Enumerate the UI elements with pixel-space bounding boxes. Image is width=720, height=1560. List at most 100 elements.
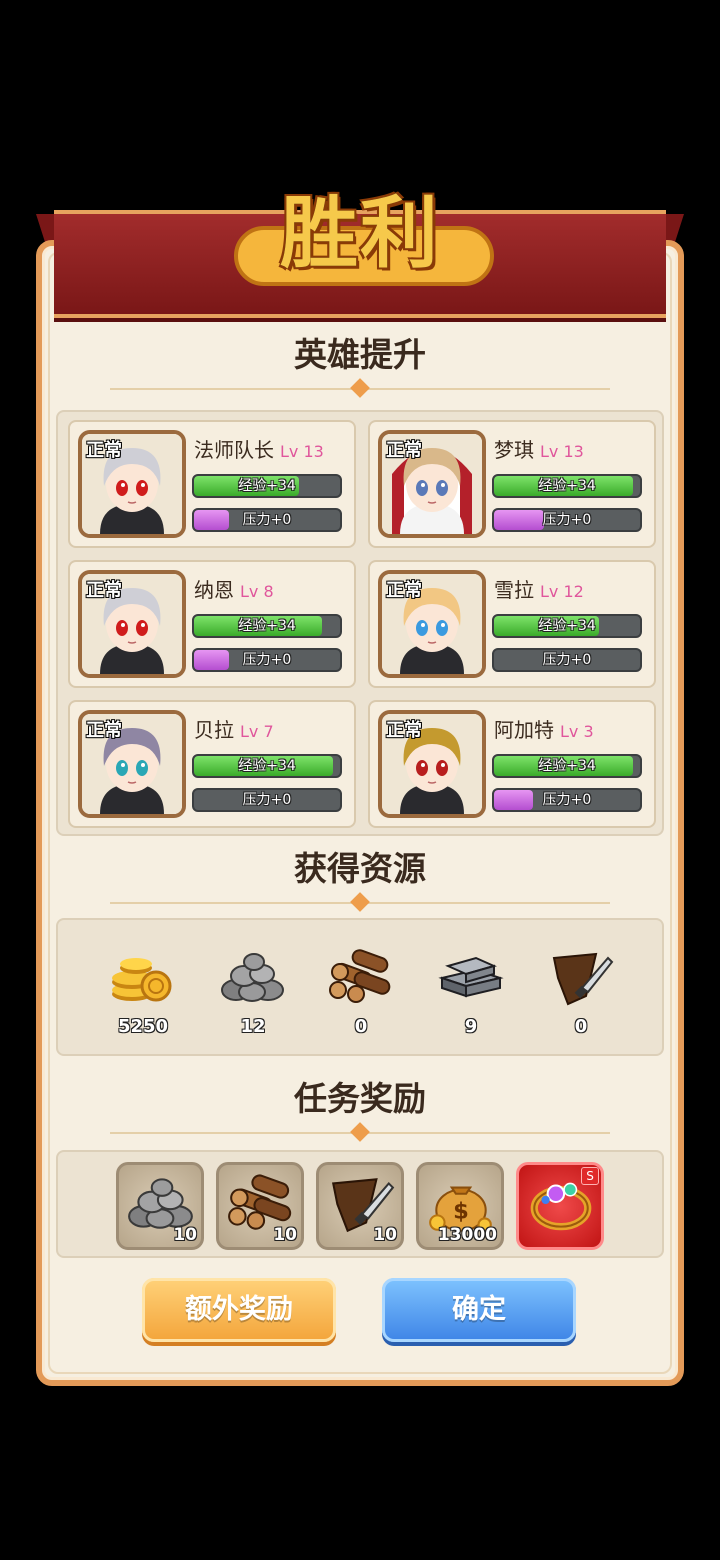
hero-level: Lv 12 (540, 582, 584, 601)
hero-card[interactable]: 正常 雪拉 Lv 12 经验+34 压力+0 (368, 560, 656, 688)
reward-quantity: 13000 (437, 1225, 497, 1245)
resource-value: 9 (464, 1016, 478, 1037)
exp-bar: 经验+34 (492, 614, 642, 638)
hero-name-row: 雪拉 Lv 12 (494, 574, 584, 603)
exp-bar-text: 经验+34 (538, 618, 596, 634)
hero-name-row: 法师队长 Lv 13 (194, 434, 324, 463)
task-reward-list: 10 10 10 $13000 S (56, 1150, 664, 1258)
hero-level: Lv 13 (540, 442, 584, 461)
exp-bar-text: 经验+34 (238, 618, 296, 634)
hero-portrait: 正常 (78, 710, 186, 818)
wood-logs-icon (326, 948, 396, 1006)
resource-value: 5250 (117, 1016, 169, 1037)
exp-bar: 经验+34 (492, 754, 642, 778)
hero-list: 正常 法师队长 Lv 13 经验+34 压力+0 正常 梦琪 Lv 13 经验+34 压力+0 正常… (56, 410, 664, 836)
stress-bar: 压力+0 (192, 508, 342, 532)
stress-bar-text: 压力+0 (242, 512, 292, 528)
hero-name: 纳恩 (194, 578, 234, 602)
stress-bar-text: 压力+0 (542, 792, 592, 808)
resources-section-title: 获得资源 (294, 849, 426, 888)
resource-item: 5250 (98, 948, 188, 1037)
confirm-button[interactable]: 确定 (382, 1278, 576, 1342)
hero-card[interactable]: 正常 梦琪 Lv 13 经验+34 压力+0 (368, 420, 656, 548)
task-reward-slot[interactable]: S (516, 1162, 604, 1250)
stress-bar: 压力+0 (192, 648, 342, 672)
resource-item: 12 (208, 948, 298, 1037)
stress-bar-text: 压力+0 (242, 652, 292, 668)
hero-name: 雪拉 (494, 578, 534, 602)
reward-quantity: 10 (373, 1225, 397, 1245)
section-divider (110, 1122, 610, 1142)
task-reward-slot[interactable]: 10 (116, 1162, 204, 1250)
stress-bar-text: 压力+0 (542, 652, 592, 668)
hero-portrait: 正常 (378, 430, 486, 538)
resources-section-header: 获得资源 (110, 846, 610, 912)
rarity-badge: S (581, 1167, 599, 1185)
svg-text:$: $ (453, 1198, 469, 1224)
resource-item: 0 (316, 948, 406, 1037)
hero-portrait: 正常 (78, 570, 186, 678)
hero-level: Lv 3 (560, 722, 594, 741)
resource-item: 0 (536, 948, 626, 1037)
hero-name: 贝拉 (194, 718, 234, 742)
resource-value: 0 (574, 1016, 588, 1037)
gold-coins-icon (108, 948, 178, 1006)
exp-bar: 经验+34 (492, 474, 642, 498)
tasks-section-title: 任务奖励 (294, 1079, 426, 1118)
exp-bar-text: 经验+34 (238, 758, 296, 774)
hero-name: 法师队长 (194, 438, 274, 462)
extra-reward-button[interactable]: 额外奖励 (142, 1278, 336, 1342)
resource-list: 5250 12 0 9 0 (56, 918, 664, 1056)
tasks-section-header: 任务奖励 (110, 1076, 610, 1142)
hero-level: Lv 7 (240, 722, 274, 741)
stress-bar: 压力+0 (492, 788, 642, 812)
stress-bar-text: 压力+0 (242, 792, 292, 808)
heroes-section-header: 英雄提升 (110, 332, 610, 398)
stone-pile-icon (218, 948, 288, 1006)
hero-status-tag: 正常 (386, 440, 422, 461)
exp-bar-text: 经验+34 (538, 758, 596, 774)
hero-name: 阿加特 (494, 718, 554, 742)
task-reward-slot[interactable]: 10 (216, 1162, 304, 1250)
leather-hide-icon (546, 948, 616, 1006)
hero-status-tag: 正常 (86, 720, 122, 741)
title-badge: 胜利 (224, 168, 496, 286)
hero-portrait: 正常 (378, 570, 486, 678)
resource-value: 12 (240, 1016, 266, 1037)
hero-card[interactable]: 正常 贝拉 Lv 7 经验+34 压力+0 (68, 700, 356, 828)
stress-bar: 压力+0 (492, 508, 642, 532)
hero-name-row: 阿加特 Lv 3 (494, 714, 594, 743)
reward-quantity: 10 (273, 1225, 297, 1245)
stress-bar: 压力+0 (192, 788, 342, 812)
hero-status-tag: 正常 (386, 720, 422, 741)
exp-bar: 经验+34 (192, 614, 342, 638)
section-divider (110, 378, 610, 398)
exp-bar: 经验+34 (192, 754, 342, 778)
hero-name-row: 梦琪 Lv 13 (494, 434, 584, 463)
hero-portrait: 正常 (78, 430, 186, 538)
hero-name-row: 贝拉 Lv 7 (194, 714, 274, 743)
heroes-section-title: 英雄提升 (294, 335, 426, 374)
hero-level: Lv 8 (240, 582, 274, 601)
reward-quantity: 10 (173, 1225, 197, 1245)
task-reward-slot[interactable]: 10 (316, 1162, 404, 1250)
resource-value: 0 (354, 1016, 368, 1037)
hero-status-tag: 正常 (386, 580, 422, 601)
victory-title: 胜利 (279, 189, 440, 279)
task-reward-slot[interactable]: $13000 (416, 1162, 504, 1250)
hero-status-tag: 正常 (86, 580, 122, 601)
hero-portrait: 正常 (378, 710, 486, 818)
hero-card[interactable]: 正常 法师队长 Lv 13 经验+34 压力+0 (68, 420, 356, 548)
resource-item: 9 (426, 948, 516, 1037)
exp-bar-text: 经验+34 (238, 478, 296, 494)
exp-bar-text: 经验+34 (538, 478, 596, 494)
stress-bar: 压力+0 (492, 648, 642, 672)
hero-name: 梦琪 (494, 438, 534, 462)
hero-name-row: 纳恩 Lv 8 (194, 574, 274, 603)
iron-ingot-icon (436, 948, 506, 1006)
hero-card[interactable]: 正常 纳恩 Lv 8 经验+34 压力+0 (68, 560, 356, 688)
hero-status-tag: 正常 (86, 440, 122, 461)
hero-card[interactable]: 正常 阿加特 Lv 3 经验+34 压力+0 (368, 700, 656, 828)
stress-bar-text: 压力+0 (542, 512, 592, 528)
section-divider (110, 892, 610, 912)
